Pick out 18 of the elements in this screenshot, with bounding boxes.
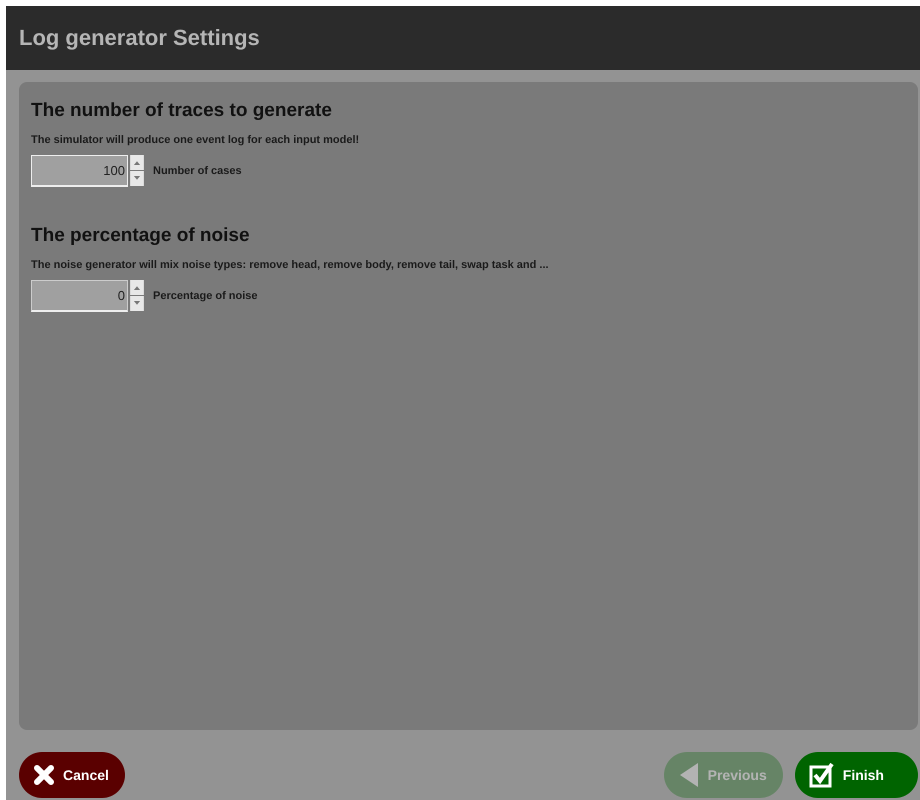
window-title: Log generator Settings [19,25,260,51]
left-triangle-icon [678,762,700,788]
spin-down-icon[interactable] [129,171,145,186]
spin-up-icon[interactable] [129,155,145,170]
spin-down-icon[interactable] [129,296,145,311]
section-heading: The percentage of noise [31,225,250,247]
finish-button[interactable]: Finish [794,752,918,798]
cancel-button[interactable]: Cancel [19,752,125,798]
spin-up-icon[interactable] [129,280,145,295]
checkbox-icon [808,762,835,788]
section-description: The noise generator will mix noise types: remove head, remove body, remove tail, swap task and ... [31,259,549,271]
section-description: The simulator will produce one event log for each input model! [31,134,360,146]
number-field[interactable]: 100 [31,155,128,187]
field-label: Number of cases [153,165,242,177]
close-icon [33,764,55,786]
number-field[interactable]: 0 [31,280,128,312]
field-label: Percentage of noise [153,290,258,302]
section-heading: The number of traces to generate [31,100,332,122]
